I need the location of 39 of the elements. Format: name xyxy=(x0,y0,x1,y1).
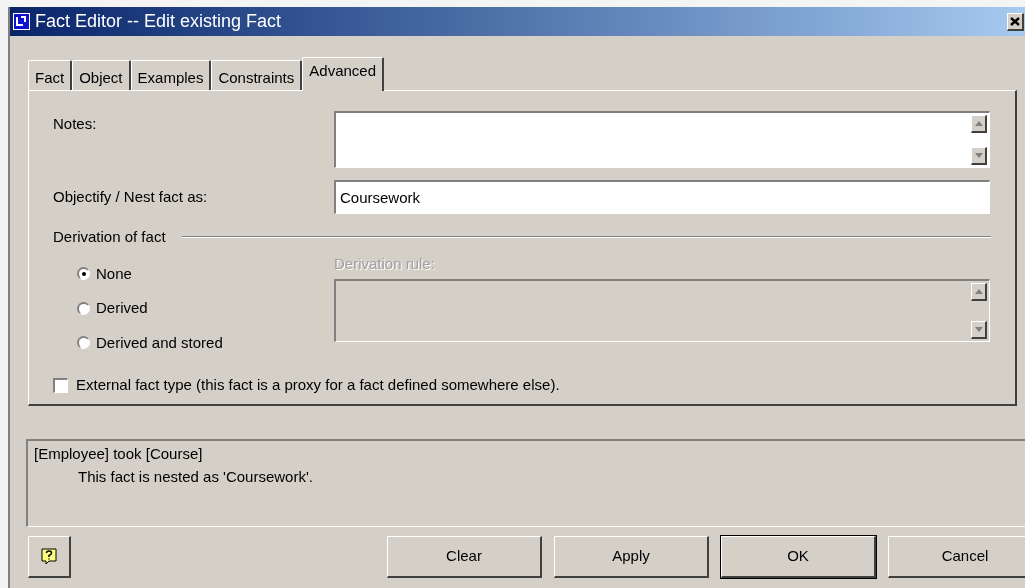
external-checkbox-row[interactable]: External fact type (this fact is a proxy for a fact defined somewhere else). xyxy=(53,374,991,397)
down-arrow-icon xyxy=(974,153,983,158)
radio-button[interactable] xyxy=(77,336,90,350)
derivation-heading: Derivation of fact xyxy=(53,227,166,247)
scroll-down-button[interactable] xyxy=(971,321,987,339)
dialog-button[interactable]: OK xyxy=(721,536,876,578)
radio-option[interactable]: None xyxy=(77,262,334,285)
notes-label: Notes: xyxy=(53,114,98,134)
tab[interactable]: Object xyxy=(72,60,131,90)
objectify-label: Objectify / Nest fact as: xyxy=(53,186,209,207)
dialog-button[interactable]: Cancel xyxy=(888,536,1025,578)
scroll-up-button[interactable] xyxy=(971,283,987,301)
derivation-rule-field[interactable] xyxy=(334,279,990,342)
radio-button[interactable] xyxy=(77,267,90,281)
window-title: Fact Editor -- Edit existing Fact xyxy=(35,10,282,33)
objectify-field[interactable]: Coursework xyxy=(334,180,990,214)
close-button[interactable] xyxy=(1007,12,1024,31)
close-icon xyxy=(1010,16,1020,26)
scroll-up-button[interactable] xyxy=(971,115,987,133)
summary-text: [Employee] took [Course] xyxy=(34,444,204,464)
dialog-button[interactable]: Apply xyxy=(554,536,709,578)
radio-option[interactable]: Derived xyxy=(77,297,334,320)
up-arrow-icon xyxy=(974,121,983,126)
dialog-button[interactable]: Clear xyxy=(387,536,542,578)
radio-option[interactable]: Derived and stored xyxy=(77,331,334,354)
app-icon xyxy=(13,13,30,30)
scroll-down-button[interactable] xyxy=(971,147,987,165)
radio-button[interactable] xyxy=(77,301,90,315)
down-arrow-icon xyxy=(974,327,983,332)
tab[interactable]: Constraints xyxy=(211,60,303,90)
help-icon xyxy=(41,548,57,565)
tab[interactable]: Advanced xyxy=(302,57,384,91)
notes-field[interactable] xyxy=(334,111,990,168)
tab[interactable]: Examples xyxy=(130,60,212,90)
checkbox[interactable] xyxy=(53,377,68,393)
summary-text: This fact is nested as 'Coursework'. xyxy=(77,466,314,487)
help-button[interactable] xyxy=(28,536,71,578)
tab[interactable]: Fact xyxy=(28,60,73,90)
up-arrow-icon xyxy=(974,289,983,294)
